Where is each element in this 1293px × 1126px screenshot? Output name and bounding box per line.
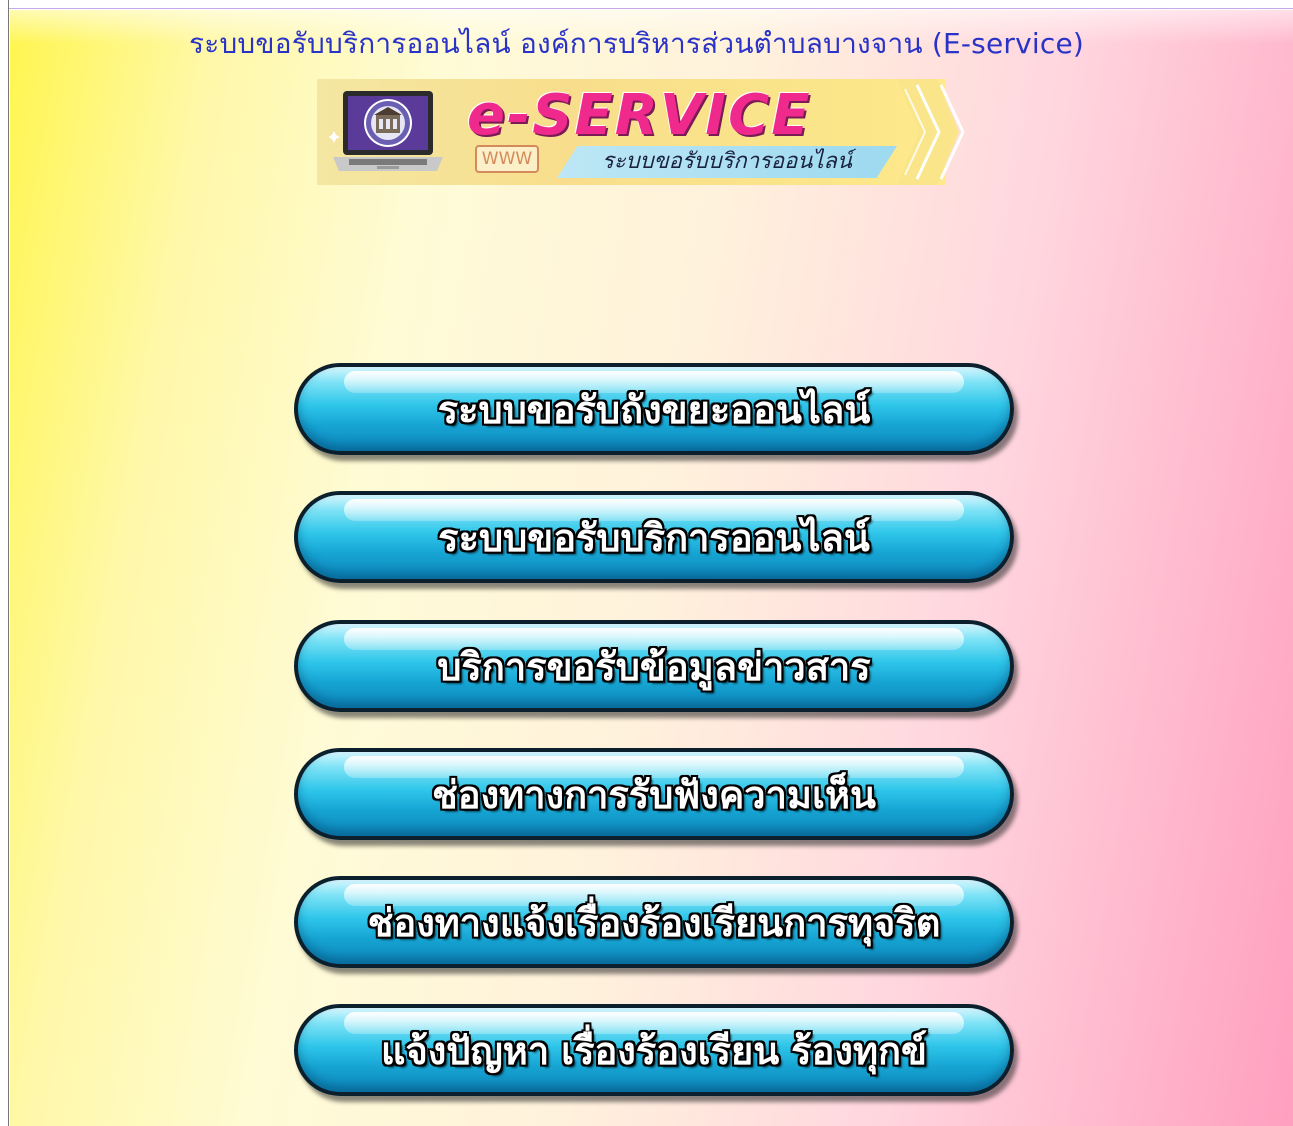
menu-button-feedback-channel[interactable]: ช่องทางการรับฟังความเห็น <box>294 748 1014 840</box>
menu-button-complaint[interactable]: แจ้งปัญหา เรื่องร้องเรียน ร้องทุกข์ <box>294 1004 1014 1096</box>
menu-button-label: ระบบขอรับบริการออนไลน์ <box>438 515 870 560</box>
menu-button-label: ระบบขอรับถังขยะออนไลน์ <box>437 387 871 432</box>
menu-button-label: ช่องทางการรับฟังความเห็น <box>431 772 876 817</box>
menu-button-label: ช่องทางแจ้งเรื่องร้องเรียนการทุจริต <box>367 900 941 945</box>
service-menu: ระบบขอรับถังขยะออนไลน์ ระบบขอรับบริการออ… <box>0 0 1293 1126</box>
menu-button-garbage-bin[interactable]: ระบบขอรับถังขยะออนไลน์ <box>294 363 1014 455</box>
menu-button-information-request[interactable]: บริการขอรับข้อมูลข่าวสาร <box>294 620 1014 712</box>
menu-button-online-service[interactable]: ระบบขอรับบริการออนไลน์ <box>294 491 1014 583</box>
menu-button-corruption-report[interactable]: ช่องทางแจ้งเรื่องร้องเรียนการทุจริต <box>294 876 1014 968</box>
menu-button-label: แจ้งปัญหา เรื่องร้องเรียน ร้องทุกข์ <box>380 1028 927 1073</box>
menu-button-label: บริการขอรับข้อมูลข่าวสาร <box>437 644 871 689</box>
